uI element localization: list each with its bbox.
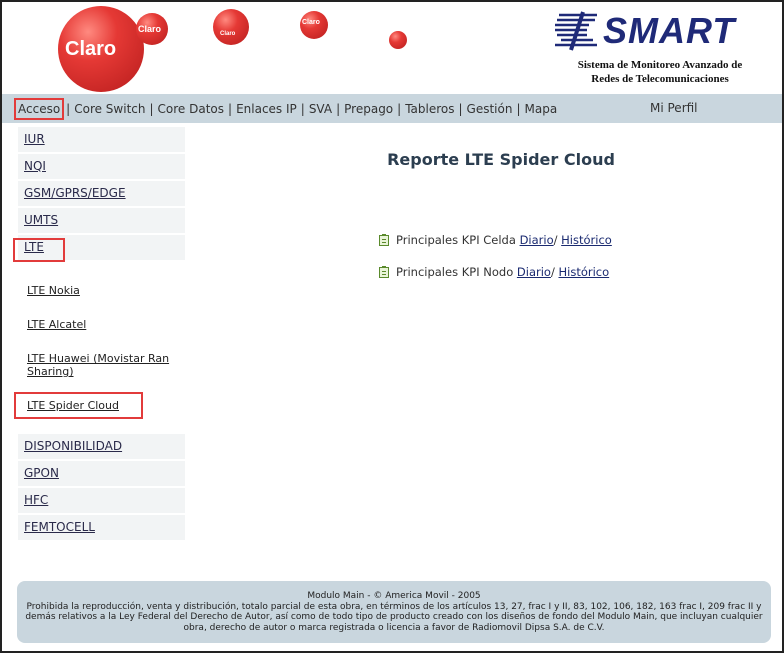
nav-mapa[interactable]: Mapa	[523, 102, 560, 116]
system-subtitle: Sistema de Monitoreo Avanzado de Redes d…	[577, 59, 743, 85]
claro-ball: Claro	[213, 9, 249, 45]
report-document-icon	[379, 265, 389, 278]
nav-separator: |	[300, 101, 305, 116]
sidebar-item-umts: UMTS	[18, 208, 185, 233]
top-nav: Acceso | Core Switch | Core Datos | Enla…	[14, 94, 559, 123]
sidebar-link-femtocell[interactable]: FEMTOCELL	[24, 520, 95, 534]
sidebar-link-gsm[interactable]: GSM/GPRS/EDGE	[24, 186, 126, 200]
nav-separator: |	[458, 101, 463, 116]
sidebar-item-gsm: GSM/GPRS/EDGE	[18, 181, 185, 206]
nav-separator: |	[228, 101, 233, 116]
link-historico-nodo[interactable]: Histórico	[558, 265, 609, 279]
claro-ball: Claro	[136, 13, 168, 45]
lte-highlight-box	[13, 238, 65, 262]
smart-logo: SMART	[553, 11, 753, 51]
kpi-row-celda: Principales KPI Celda Diario / Histórico	[379, 233, 612, 247]
sidebar-subitem-lte-huawei[interactable]: LTE Huawei (Movistar Ran Sharing)	[27, 352, 177, 378]
sidebar-subitem-lte-nokia[interactable]: LTE Nokia	[27, 284, 80, 297]
sidebar-item-hfc: HFC	[18, 488, 185, 513]
sidebar-link-nqi[interactable]: NQI	[24, 159, 46, 173]
nav-tableros[interactable]: Tableros	[403, 102, 456, 116]
nav-mi-perfil[interactable]: Mi Perfil	[650, 94, 698, 123]
top-nav-bar: Acceso | Core Switch | Core Datos | Enla…	[2, 94, 782, 123]
sidebar-link-disponibilidad[interactable]: DISPONIBILIDAD	[24, 439, 122, 453]
spider-cloud-highlight-box	[14, 392, 143, 419]
sidebar-item-femtocell: FEMTOCELL	[18, 515, 185, 540]
claro-logo-text: Claro	[65, 38, 117, 60]
sidebar-item-disponibilidad: DISPONIBILIDAD	[18, 434, 185, 459]
nav-gestion[interactable]: Gestión	[465, 102, 515, 116]
claro-logo: Claro	[58, 6, 144, 92]
sidebar-link-gpon[interactable]: GPON	[24, 466, 59, 480]
nav-sva[interactable]: SVA	[307, 102, 334, 116]
nav-separator: |	[397, 101, 402, 116]
kpi-label: Principales KPI Nodo	[396, 265, 514, 279]
sidebar-link-hfc[interactable]: HFC	[24, 493, 48, 507]
sidebar-item-iur: IUR	[18, 127, 185, 152]
sidebar-subitem-lte-alcatel[interactable]: LTE Alcatel	[27, 318, 86, 331]
kpi-label: Principales KPI Celda	[396, 233, 516, 247]
page-title: Reporte LTE Spider Cloud	[387, 150, 615, 169]
sidebar-link-iur[interactable]: IUR	[24, 132, 45, 146]
sidebar-item-nqi: NQI	[18, 154, 185, 179]
link-diario-nodo[interactable]: Diario	[517, 265, 551, 279]
link-diario-celda[interactable]: Diario	[520, 233, 554, 247]
claro-ball: Claro	[300, 11, 328, 39]
kpi-row-nodo: Principales KPI Nodo Diario / Histórico	[379, 265, 609, 279]
nav-enlaces-ip[interactable]: Enlaces IP	[234, 102, 299, 116]
footer: Modulo Main - © America Movil - 2005 Pro…	[17, 581, 771, 643]
smart-brand-text: SMART	[603, 10, 736, 51]
nav-separator: |	[66, 101, 71, 116]
nav-prepago[interactable]: Prepago	[342, 102, 395, 116]
footer-legal-text: Prohibida la reproducción, venta y distr…	[25, 601, 763, 633]
sidebar-item-gpon: GPON	[18, 461, 185, 486]
link-separator: /	[550, 265, 555, 279]
link-separator: /	[553, 233, 558, 247]
footer-copyright: Modulo Main - © America Movil - 2005	[307, 591, 481, 601]
nav-separator: |	[336, 101, 341, 116]
nav-core-switch[interactable]: Core Switch	[72, 102, 147, 116]
decorative-ball	[389, 31, 407, 49]
nav-core-datos[interactable]: Core Datos	[156, 102, 226, 116]
nav-separator: |	[516, 101, 521, 116]
link-historico-celda[interactable]: Histórico	[561, 233, 612, 247]
report-document-icon	[379, 233, 389, 246]
header: Claro Claro Claro Claro SMART Sistema de…	[15, 3, 769, 92]
nav-acceso[interactable]: Acceso	[14, 97, 65, 120]
nav-separator: |	[149, 101, 154, 116]
sidebar-link-umts[interactable]: UMTS	[24, 213, 58, 227]
smart-logo-mark-icon	[555, 11, 597, 51]
